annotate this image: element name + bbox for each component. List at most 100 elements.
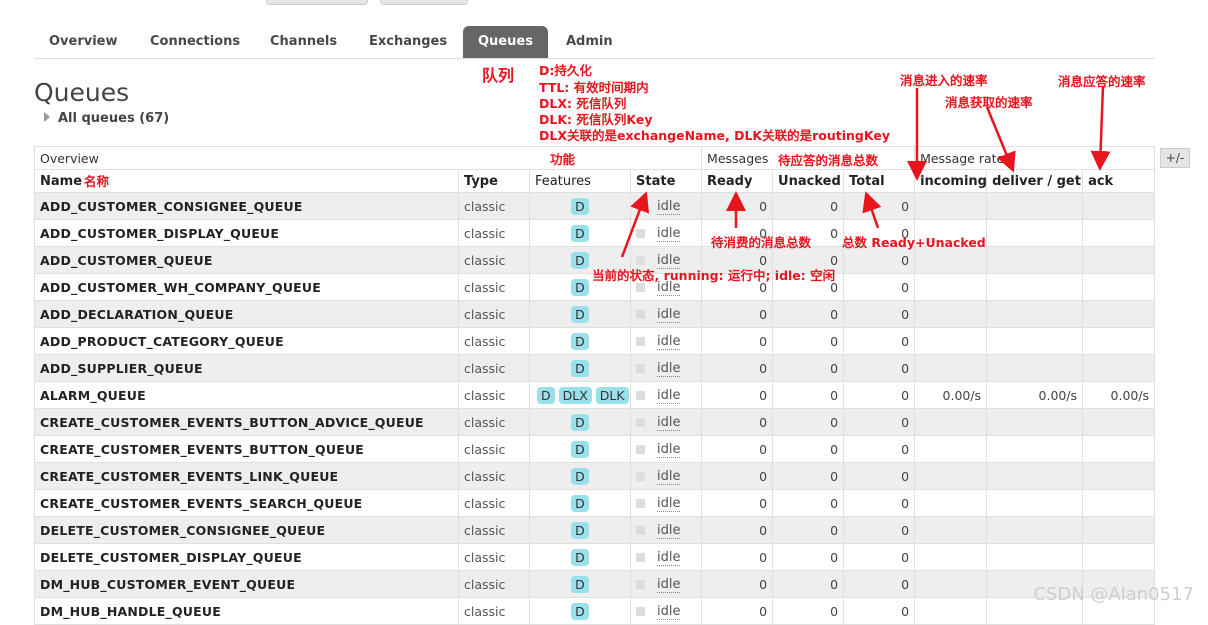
rate-incoming bbox=[914, 327, 988, 355]
queue-type: classic bbox=[458, 489, 530, 517]
queue-name[interactable]: ADD_CUSTOMER_WH_COMPANY_QUEUE bbox=[34, 273, 459, 301]
feature-badge: DLK bbox=[595, 386, 629, 404]
messages-total: 0 bbox=[843, 462, 916, 490]
table-row[interactable]: ADD_CUSTOMER_CONSIGNEE_QUEUE classic Didle… bbox=[34, 192, 1156, 220]
rate-ack bbox=[1082, 327, 1156, 355]
col-state[interactable]: State bbox=[629, 169, 703, 193]
column-toggle-button[interactable]: +/- bbox=[1160, 148, 1190, 168]
state-indicator-icon bbox=[636, 444, 645, 454]
messages-total: 0 bbox=[843, 543, 916, 571]
queue-name[interactable]: DM_HUB_CUSTOMER_EVENT_QUEUE bbox=[34, 570, 459, 598]
tab-connections[interactable]: Connections bbox=[135, 26, 255, 58]
queue-name[interactable]: DM_HUB_HANDLE_QUEUE bbox=[34, 597, 459, 625]
group-header-overview: Overview bbox=[33, 146, 703, 170]
queue-name[interactable]: CREATE_CUSTOMER_EVENTS_SEARCH_QUEUE bbox=[34, 489, 459, 517]
tab-queues[interactable]: Queues bbox=[463, 26, 548, 58]
col-deliver-get[interactable]: deliver / get bbox=[986, 169, 1084, 193]
rate-deliver-get bbox=[986, 435, 1084, 463]
state-label: idle bbox=[657, 549, 681, 566]
table-row[interactable]: ADD_PRODUCT_CATEGORY_QUEUE classic Didle 0 0… bbox=[34, 327, 1156, 355]
queue-features: D bbox=[529, 192, 631, 220]
queue-state: idle bbox=[629, 435, 703, 463]
rate-incoming bbox=[914, 516, 988, 544]
queue-name[interactable]: ADD_CUSTOMER_QUEUE bbox=[34, 246, 459, 274]
col-unacked[interactable]: Unacked bbox=[772, 169, 845, 193]
table-row[interactable]: ADD_DECLARATION_QUEUE classic Didle 0 0 0 bbox=[34, 300, 1156, 328]
all-queues-toggle[interactable]: All queues (67) bbox=[44, 111, 169, 126]
rate-ack bbox=[1082, 516, 1156, 544]
table-row[interactable]: ALARM_QUEUE classic D DLX DLK idle 0 0 0 0.00/s 0.… bbox=[34, 381, 1156, 409]
messages-ready: 0 bbox=[701, 300, 774, 328]
rate-deliver-get bbox=[986, 354, 1084, 382]
queue-features: D bbox=[529, 570, 631, 598]
queue-name[interactable]: ADD_SUPPLIER_QUEUE bbox=[34, 354, 459, 382]
state-label: idle bbox=[657, 576, 681, 593]
queue-state: idle bbox=[629, 543, 703, 571]
queue-name[interactable]: CREATE_CUSTOMER_EVENTS_LINK_QUEUE bbox=[34, 462, 459, 490]
col-ready[interactable]: Ready bbox=[701, 169, 774, 193]
rate-incoming bbox=[914, 570, 988, 598]
messages-ready: 0 bbox=[701, 597, 774, 625]
state-label: idle bbox=[657, 414, 681, 431]
table-row[interactable]: DM_HUB_CUSTOMER_EVENT_QUEUE classic Didle 0… bbox=[34, 570, 1156, 598]
state-label: idle bbox=[657, 360, 681, 377]
rate-ack bbox=[1082, 219, 1156, 247]
messages-unacked: 0 bbox=[772, 489, 845, 517]
rate-deliver-get bbox=[986, 543, 1084, 571]
queue-type: classic bbox=[458, 192, 530, 220]
tab-channels[interactable]: Channels bbox=[255, 26, 352, 58]
table-row[interactable]: CREATE_CUSTOMER_EVENTS_BUTTON_QUEUE class… bbox=[34, 435, 1156, 463]
queue-features: D DLX DLK bbox=[529, 381, 631, 409]
col-ack[interactable]: ack bbox=[1082, 169, 1156, 193]
queue-name[interactable]: CREATE_CUSTOMER_EVENTS_BUTTON_QUEUE bbox=[34, 435, 459, 463]
messages-total: 0 bbox=[843, 327, 916, 355]
queue-name[interactable]: ADD_CUSTOMER_CONSIGNEE_QUEUE bbox=[34, 192, 459, 220]
queue-name[interactable]: ALARM_QUEUE bbox=[34, 381, 459, 409]
rate-incoming bbox=[914, 354, 988, 382]
feature-badge: D bbox=[571, 278, 589, 296]
table-row[interactable]: CREATE_CUSTOMER_EVENTS_LINK_QUEUE classic… bbox=[34, 462, 1156, 490]
queue-features: D bbox=[529, 435, 631, 463]
rate-incoming bbox=[914, 273, 988, 301]
feature-badge: D bbox=[571, 413, 589, 431]
col-incoming[interactable]: incoming bbox=[914, 169, 988, 193]
state-label: idle bbox=[657, 495, 681, 512]
queue-name[interactable]: DELETE_CUSTOMER_DISPLAY_QUEUE bbox=[34, 543, 459, 571]
queue-features: D bbox=[529, 516, 631, 544]
tab-admin[interactable]: Admin bbox=[551, 26, 628, 58]
feature-badge: DLX bbox=[558, 386, 592, 404]
table-row[interactable]: DM_HUB_HANDLE_QUEUE classic Didle 0 0 0 bbox=[34, 597, 1156, 625]
tab-overview[interactable]: Overview bbox=[34, 26, 133, 58]
top-stub-left bbox=[266, 0, 368, 5]
messages-ready: 0 bbox=[701, 489, 774, 517]
table-row[interactable]: DELETE_CUSTOMER_DISPLAY_QUEUE classic Didl… bbox=[34, 543, 1156, 571]
page-title: Queues bbox=[34, 78, 130, 107]
state-label: idle bbox=[657, 387, 681, 404]
queue-type: classic bbox=[458, 273, 530, 301]
queue-name[interactable]: ADD_PRODUCT_CATEGORY_QUEUE bbox=[34, 327, 459, 355]
queue-name[interactable]: CREATE_CUSTOMER_EVENTS_BUTTON_ADVICE_QUE… bbox=[34, 408, 459, 436]
messages-unacked: 0 bbox=[772, 192, 845, 220]
rate-deliver-get bbox=[986, 408, 1084, 436]
col-total[interactable]: Total bbox=[843, 169, 916, 193]
feature-badge: D bbox=[571, 548, 589, 566]
table-row[interactable]: ADD_CUSTOMER_DISPLAY_QUEUE classic Didle 0 0… bbox=[34, 219, 1156, 247]
messages-unacked: 0 bbox=[772, 381, 845, 409]
messages-ready: 0 bbox=[701, 570, 774, 598]
feature-badge: D bbox=[571, 305, 589, 323]
messages-ready: 0 bbox=[701, 462, 774, 490]
col-features: Features bbox=[529, 169, 631, 193]
table-row[interactable]: DELETE_CUSTOMER_CONSIGNEE_QUEUE classic Di… bbox=[34, 516, 1156, 544]
queues-table: Overview Messages Message rates Name Typ… bbox=[33, 146, 1156, 625]
table-row[interactable]: CREATE_CUSTOMER_EVENTS_SEARCH_QUEUE class… bbox=[34, 489, 1156, 517]
queue-name[interactable]: ADD_CUSTOMER_DISPLAY_QUEUE bbox=[34, 219, 459, 247]
table-row[interactable]: CREATE_CUSTOMER_EVENTS_BUTTON_ADVICE_QUE… bbox=[34, 408, 1156, 436]
queue-name[interactable]: ADD_DECLARATION_QUEUE bbox=[34, 300, 459, 328]
col-type[interactable]: Type bbox=[458, 169, 530, 193]
tab-exchanges[interactable]: Exchanges bbox=[354, 26, 462, 58]
queue-name[interactable]: DELETE_CUSTOMER_CONSIGNEE_QUEUE bbox=[34, 516, 459, 544]
rate-deliver-get bbox=[986, 246, 1084, 274]
queue-state: idle bbox=[629, 219, 703, 247]
messages-total: 0 bbox=[843, 354, 916, 382]
table-row[interactable]: ADD_SUPPLIER_QUEUE classic Didle 0 0 0 bbox=[34, 354, 1156, 382]
